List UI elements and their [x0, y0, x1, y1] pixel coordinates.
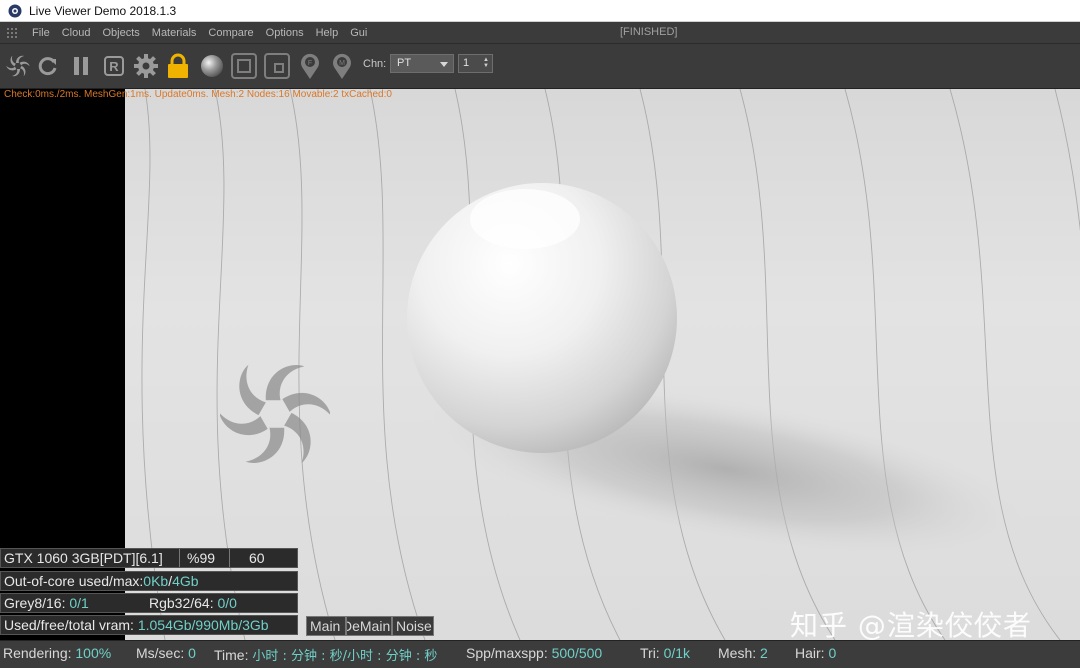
mesh-label: Mesh: — [718, 645, 761, 661]
octane-logo-button[interactable] — [4, 52, 32, 80]
mesh-status: Mesh: 2 — [718, 645, 768, 661]
channel-dropdown[interactable]: PT — [390, 54, 454, 73]
settings-button[interactable] — [132, 52, 160, 80]
gpu-info-row: GTX 1060 3GB[PDT][6.1] %99 60 — [0, 548, 298, 568]
chevron-down-icon — [440, 62, 448, 67]
spp-label: Spp/maxspp: — [466, 645, 552, 661]
vram-row: Used/free/total vram: 1.054Gb/990Mb/3Gb — [0, 615, 298, 635]
hair-status: Hair: 0 — [795, 645, 836, 661]
menu-compare[interactable]: Compare — [202, 27, 259, 39]
menu-gui[interactable]: Gui — [344, 27, 373, 39]
render-state-label: [FINISHED] — [620, 26, 678, 38]
mesh-value: 2 — [760, 645, 768, 661]
gpu-temperature: 60 — [249, 550, 265, 566]
divider — [229, 549, 230, 567]
clay-mode-button[interactable] — [263, 52, 291, 80]
tab-main[interactable]: Main — [306, 616, 346, 636]
frame-small-icon — [264, 53, 290, 79]
spp-status: Spp/maxspp: 500/500 — [466, 645, 602, 661]
pick-focus-icon: F — [301, 53, 319, 79]
material-ball-icon — [201, 55, 223, 77]
restart-render-button[interactable] — [34, 52, 62, 80]
pick-focus-button[interactable]: F — [296, 52, 324, 80]
lock-button[interactable] — [164, 52, 192, 80]
octane-logo-icon — [6, 55, 30, 77]
tab-noise[interactable]: Noise — [392, 616, 434, 636]
window-title: Live Viewer Demo 2018.1.3 — [29, 3, 177, 18]
rendering-value: 100% — [75, 645, 112, 661]
pick-material-button[interactable]: M — [328, 52, 356, 80]
rgb-value: 0/0 — [217, 595, 237, 611]
tri-value: 0/1k — [663, 645, 691, 661]
vram-label: Used/free/total vram: — [4, 617, 138, 633]
texture-slots-row: Grey8/16: 0/1 Rgb32/64: 0/0 — [0, 593, 298, 613]
menu-cloud[interactable]: Cloud — [56, 27, 97, 39]
pause-button[interactable] — [67, 52, 95, 80]
hair-value: 0 — [828, 645, 837, 661]
ms-status: Ms/sec: 0 — [136, 645, 196, 661]
out-of-core-max: 4Gb — [172, 573, 199, 589]
tri-label: Tri: — [640, 645, 664, 661]
rgb-label: Rgb32/64: — [149, 595, 218, 611]
rendering-label: Rendering: — [3, 645, 76, 661]
pause-icon — [74, 57, 88, 75]
status-bar: Rendering: 100% Ms/sec: 0 Time: 小时 : 分钟 … — [0, 640, 1080, 668]
region-render-label: R — [109, 59, 119, 74]
menu-bar: File Cloud Objects Materials Compare Opt… — [0, 22, 1080, 44]
tab-demain[interactable]: DeMain — [346, 616, 392, 636]
spp-value: 500/500 — [551, 645, 603, 661]
time-value: 小时 : 分钟 : 秒/小时 : 分钟 : 秒 — [252, 649, 438, 664]
svg-text:M: M — [339, 60, 345, 67]
pass-spinbox[interactable]: 1 ▲ ▼ — [458, 54, 493, 73]
material-preview-button[interactable] — [198, 52, 226, 80]
hair-label: Hair: — [795, 645, 829, 661]
restart-icon — [38, 57, 57, 76]
menu-materials[interactable]: Materials — [146, 27, 203, 39]
grey-label: Grey8/16: — [4, 595, 70, 611]
render-viewport[interactable]: Check:0ms./2ms. MeshGen:1ms. Update0ms. … — [0, 89, 1080, 640]
menu-help[interactable]: Help — [310, 27, 345, 39]
vram-value: 1.054Gb/990Mb/3Gb — [137, 617, 269, 633]
out-of-core-row: Out-of-core used/max:0Kb/4Gb — [0, 571, 298, 591]
out-of-core-label: Out-of-core used/max: — [4, 573, 144, 589]
octane-watermark-icon — [220, 364, 330, 464]
title-bar: Live Viewer Demo 2018.1.3 — [0, 0, 1080, 22]
frame-icon — [231, 53, 257, 79]
octane-app-icon — [8, 4, 22, 17]
render-stats-line: Check:0ms./2ms. MeshGen:1ms. Update0ms. … — [4, 89, 392, 100]
tri-status: Tri: 0/1k — [640, 645, 690, 661]
menu-objects[interactable]: Objects — [96, 27, 145, 39]
time-label: Time: — [214, 647, 253, 663]
zhihu-watermark: 知乎 @渲染佼佼者 — [790, 609, 1032, 640]
region-render-button[interactable]: R — [100, 52, 128, 80]
grip-icon — [7, 27, 17, 38]
ms-value: 0 — [188, 645, 196, 661]
grey-value: 0/1 — [69, 595, 89, 611]
divider — [179, 549, 180, 567]
lock-icon — [168, 53, 188, 78]
rendering-status: Rendering: 100% — [3, 645, 111, 661]
out-of-core-used: 0Kb — [143, 573, 169, 589]
ms-label: Ms/sec: — [136, 645, 189, 661]
channel-label: Chn: — [363, 58, 387, 70]
spin-arrows-icon[interactable]: ▲ ▼ — [483, 57, 489, 69]
svg-text:F: F — [308, 60, 312, 67]
toolbar: R F M Chn: PT 1 ▲ ▼ — [0, 44, 1080, 89]
time-status: Time: 小时 : 分钟 : 秒/小时 : 分钟 : 秒 — [214, 645, 437, 664]
pass-spinbox-value: 1 — [463, 57, 470, 69]
pick-material-icon: M — [333, 53, 351, 79]
region-render-icon: R — [104, 56, 124, 76]
film-region-button[interactable] — [230, 52, 258, 80]
channel-dropdown-value: PT — [397, 57, 412, 69]
gpu-usage: %99 — [187, 550, 216, 566]
settings-gear-icon — [134, 54, 158, 78]
menu-options[interactable]: Options — [260, 27, 310, 39]
menu-file[interactable]: File — [26, 27, 56, 39]
gpu-name: GTX 1060 3GB[PDT][6.1] — [4, 550, 163, 566]
